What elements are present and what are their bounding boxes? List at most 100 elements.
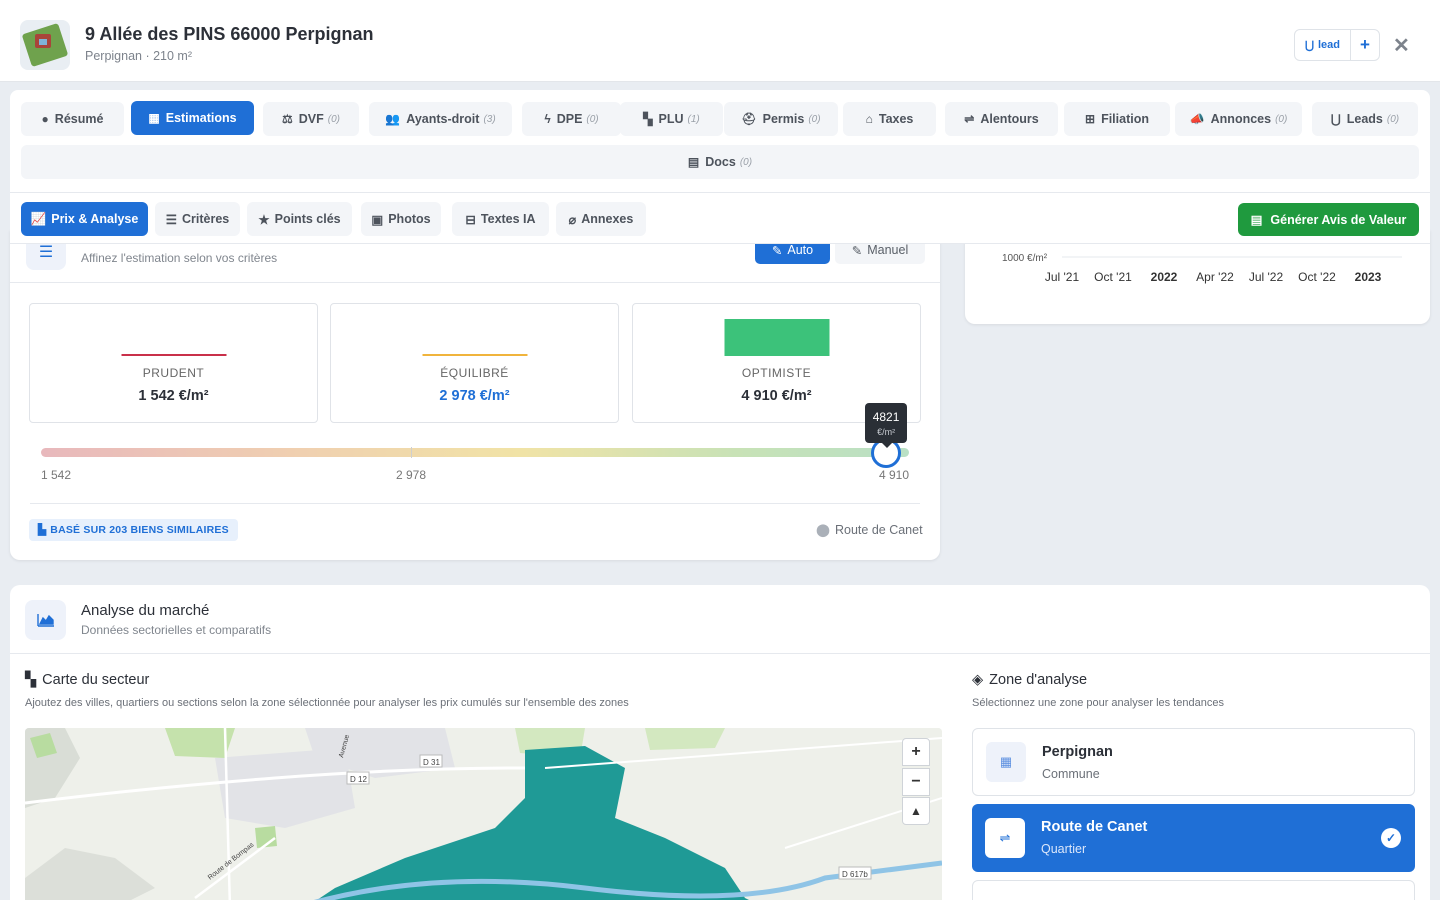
scenario-bar <box>121 354 226 356</box>
slider-mid-label: 2 978 <box>396 468 427 482</box>
slider-tooltip: 4821 €/m² <box>865 403 908 448</box>
market-analysis-card: Analyse du marché Données sectorielles e… <box>10 585 1430 900</box>
map-road-label: D 31 <box>423 758 440 767</box>
compass-icon[interactable]: ▲ <box>902 797 930 825</box>
tab-ayants-droit[interactable]: 👥 Ayants-droit (3) <box>369 102 512 136</box>
file-icon: ▤ <box>687 155 700 169</box>
scenario-equilibre[interactable]: ÉQUILIBRÉ 2 978 €/m² <box>330 303 619 423</box>
subtab-points-cles[interactable]: ★ Points clés <box>247 202 352 236</box>
map-marked-icon: ▚ <box>25 672 37 688</box>
tab-docs[interactable]: ▤ Docs (0) <box>21 145 1419 179</box>
subtab-annexes[interactable]: ⌀ Annexes <box>556 202 646 236</box>
star-icon: ★ <box>258 212 270 227</box>
map-section-subtitle: Ajoutez des villes, quartiers ou section… <box>25 697 629 709</box>
users-icon: 👥 <box>385 112 401 126</box>
map-section-title: ▚ Carte du secteur <box>25 672 150 688</box>
chart-line-icon: 📈 <box>30 211 47 226</box>
x-tick-label: Apr '22 <box>1196 270 1234 284</box>
hard-hat-icon: ⛑ <box>741 112 757 126</box>
location-label: ⬤ Route de Canet <box>816 523 923 537</box>
bullhorn-icon: 📣 <box>1189 112 1205 126</box>
map-road-label: D 617b <box>842 870 868 879</box>
subtab-criteres[interactable]: ☰ Critères <box>155 202 240 236</box>
scale-icon: ⚖ <box>282 112 293 126</box>
market-subtitle: Données sectorielles et comparatifs <box>81 623 272 637</box>
modal-header: 9 Allée des PINS 66000 Perpignan Perpign… <box>0 0 1440 82</box>
lead-button[interactable]: ⋃ lead <box>1295 30 1351 60</box>
tab-dvf[interactable]: ⚖ DVF (0) <box>263 102 359 136</box>
zone-section-title: ◈ Zone d'analyse <box>972 672 1088 688</box>
x-tick-label: 2022 <box>1151 270 1178 284</box>
zone-option-next[interactable] <box>972 880 1415 900</box>
tab-leads[interactable]: ⋃ Leads (0) <box>1312 102 1418 136</box>
tab-dpe[interactable]: ϟ DPE (0) <box>522 102 621 136</box>
signpost-icon: ⇌ <box>985 818 1025 858</box>
check-circle-icon: ✓ <box>1381 828 1401 848</box>
zone-option-route-de-canet[interactable]: ⇌ Route de Canet Quartier ✓ <box>972 804 1415 872</box>
tab-estimations[interactable]: ▦ Estimations <box>131 101 254 135</box>
map-road-label: D 12 <box>350 775 367 784</box>
scenario-bar <box>422 354 527 356</box>
generate-report-button[interactable]: ▤ Générer Avis de Valeur <box>1238 203 1419 236</box>
zoom-in-button[interactable]: + <box>902 738 930 766</box>
subtab-textes-ia[interactable]: ⊟ Textes IA <box>452 202 549 236</box>
signs-icon: ⇌ <box>964 112 975 126</box>
main-tabs: ● Résumé ▦ Estimations ⚖ DVF (0) 👥 Ayants-dro… <box>10 90 1430 194</box>
tab-plu[interactable]: ▚ PLU (1) <box>620 102 723 136</box>
magnet-icon: ⋃ <box>1304 39 1314 52</box>
market-title: Analyse du marché <box>81 602 210 619</box>
add-lead-button[interactable]: + <box>1351 30 1379 60</box>
tab-permis[interactable]: ⛑ Permis (0) <box>724 102 838 136</box>
scenario-prudent[interactable]: PRUDENT 1 542 €/m² <box>29 303 318 423</box>
slider-min-label: 1 542 <box>41 468 72 482</box>
tab-filiation[interactable]: ⊞ Filiation <box>1064 102 1170 136</box>
property-subtitle: Perpignan · 210 m² <box>85 49 193 63</box>
price-slider-track[interactable] <box>41 448 909 457</box>
x-tick-label: Jul '21 <box>1045 270 1080 284</box>
chart-icon: ▙ <box>38 524 47 536</box>
zone-option-perpignan[interactable]: ▦ Perpignan Commune <box>972 728 1415 796</box>
file-pdf-icon: ▤ <box>1250 213 1263 227</box>
sliders-icon: ☰ <box>165 212 177 227</box>
city-icon: ▦ <box>986 742 1026 782</box>
scenario-bar <box>724 319 829 356</box>
similar-properties-badge: ▙ BASÉ SUR 203 BIENS SIMILAIRES <box>29 519 238 541</box>
property-thumbnail <box>20 20 70 70</box>
slider-max-label: 4 910 <box>879 468 910 482</box>
adjust-subtitle: Affinez l'estimation selon vos critères <box>81 251 278 265</box>
magnet-icon: ⋃ <box>1330 112 1341 126</box>
sub-tabs: 📈 Prix & Analyse ☰ Critères ★ Points clés ▣… <box>10 192 1430 244</box>
price-history-chart: 1000 €/m² Jul '21 Oct '21 2022 Apr '22 Jul '… <box>965 230 1430 324</box>
x-tick-label: Jul '22 <box>1249 270 1284 284</box>
estimation-card: ☰ Affinez l'estimation selon vos critère… <box>10 230 940 560</box>
sitemap-icon: ⊞ <box>1085 112 1096 126</box>
tab-taxes[interactable]: ⌂ Taxes <box>843 102 936 136</box>
area-chart-icon <box>25 600 66 640</box>
tab-annonces[interactable]: 📣 Annonces (0) <box>1175 102 1302 136</box>
magic-wand-icon: ✎ <box>771 243 783 258</box>
tab-alentours[interactable]: ⇌ Alentours <box>945 102 1058 136</box>
map-pin-icon: ⬤ <box>816 523 830 537</box>
subtab-prix-analyse[interactable]: 📈 Prix & Analyse <box>21 202 148 236</box>
info-icon: ● <box>41 112 49 126</box>
close-button[interactable]: ✕ <box>1393 33 1410 58</box>
map-marked-icon: ▚ <box>643 112 653 126</box>
sector-map[interactable]: D 12 D 31 D 617b Route de Bompas Avenue … <box>25 728 942 900</box>
x-tick-label: Oct '22 <box>1298 270 1336 284</box>
property-title: 9 Allée des PINS 66000 Perpignan <box>85 24 374 44</box>
y-tick-label: 1000 €/m² <box>1002 253 1048 264</box>
x-tick-label: 2023 <box>1355 270 1382 284</box>
zoom-out-button[interactable]: − <box>902 768 930 796</box>
map-canvas: D 12 D 31 D 617b Route de Bompas Avenue <box>25 728 942 900</box>
x-tick-label: Oct '21 <box>1094 270 1132 284</box>
robot-icon: ⊟ <box>465 212 476 227</box>
tab-resume[interactable]: ● Résumé <box>21 102 124 136</box>
paperclip-icon: ⌀ <box>568 212 577 227</box>
calculator-icon: ▦ <box>148 111 160 125</box>
images-icon: ▣ <box>371 212 384 227</box>
layers-icon: ◈ <box>972 672 984 688</box>
subtab-photos[interactable]: ▣ Photos <box>361 202 441 236</box>
pencil-icon: ✎ <box>851 243 863 258</box>
zone-section-subtitle: Sélectionnez une zone pour analyser les … <box>972 697 1224 709</box>
lead-action-group: ⋃ lead + <box>1294 29 1380 61</box>
